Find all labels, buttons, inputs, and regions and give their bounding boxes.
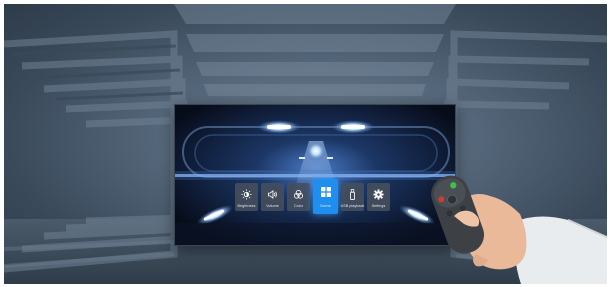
hand-holding-remote: [431, 175, 607, 284]
menu-label-settings: Settings: [371, 204, 386, 208]
volume-icon: [267, 188, 279, 200]
tv-screen: Brightness Volume Color Scene USB playba…: [174, 104, 456, 246]
menu-item-usb-playback[interactable]: USB playback: [341, 183, 364, 211]
menu-label-scene: Scene: [320, 204, 331, 208]
menu-item-brightness[interactable]: Brightness: [235, 183, 258, 211]
menu-label-usb-playback: USB playback: [340, 204, 365, 208]
screen-scene-art: [175, 105, 455, 245]
quick-menu-bar: Brightness Volume Color Scene USB playba…: [235, 179, 390, 214]
settings-icon: [373, 188, 385, 200]
menu-label-volume: Volume: [266, 204, 279, 208]
menu-label-color: Color: [293, 204, 304, 208]
brightness-icon: [241, 188, 253, 200]
usb-icon: [347, 188, 359, 200]
room-background: Brightness Volume Color Scene USB playba…: [4, 4, 607, 284]
menu-item-volume[interactable]: Volume: [261, 183, 284, 211]
menu-item-settings[interactable]: Settings: [367, 183, 390, 211]
color-icon: [293, 188, 305, 200]
menu-label-brightness: Brightness: [237, 204, 256, 208]
menu-item-color[interactable]: Color: [287, 183, 310, 211]
scene-icon: [320, 186, 332, 198]
menu-item-scene[interactable]: Scene: [313, 179, 338, 214]
